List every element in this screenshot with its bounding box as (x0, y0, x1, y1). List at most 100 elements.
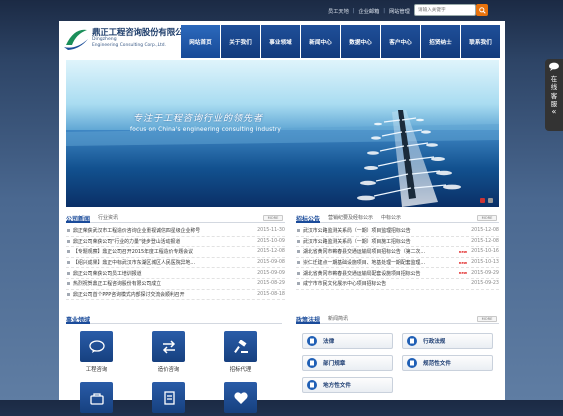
list-item[interactable]: 【专题观察】鼎正公司召开2015年度工程造价专题会议 2015-12-08 (66, 247, 285, 258)
bullet-icon (67, 261, 70, 265)
tender-tab[interactable]: 招标公告 (296, 213, 321, 223)
news-date: 2015-12-08 (257, 249, 285, 255)
list-item[interactable]: 湖北省黄冈市蕲春县交通运输局配套设施项目招标公告 new 2015-09-29 (296, 268, 499, 279)
banner-slogan-en: focus on China's engineering consulting … (130, 127, 282, 133)
document-icon (307, 380, 317, 390)
business-item-6[interactable] (224, 382, 257, 416)
bullet-icon (67, 239, 70, 243)
page-container: 鼎正工程咨询股份有限公司 Dingzheng Engineering Consu… (59, 21, 505, 413)
policy-title[interactable]: 政策法规 (296, 314, 321, 324)
collapse-arrow-icon[interactable]: « (545, 107, 563, 116)
top-links: 员工天地 | 企业邮箱 | 网站管理 (328, 6, 410, 16)
list-item[interactable]: 武汉市公路监测关系局（一期）项目监理招标公告 2015-12-08 (296, 226, 499, 237)
company-name-en-full: Engineering Consulting Corp.,Ltd. (92, 43, 166, 48)
list-item[interactable]: 【绍兴成果】鼎正中标武汉市东湖区城区人民医院异地... 2015-09-08 (66, 258, 285, 269)
company-logo-icon[interactable] (62, 25, 90, 51)
nav-contact[interactable]: 联系我们 (461, 25, 500, 58)
staff-link[interactable]: 员工天地 (328, 8, 349, 15)
nav-home[interactable]: 网站首页 (181, 25, 220, 58)
company-news-tab[interactable]: 公司新闻 (66, 213, 91, 223)
award-notice-tab[interactable]: 中标公示 (381, 214, 401, 221)
bullet-icon (67, 229, 70, 233)
search-button[interactable] (476, 4, 488, 16)
nav-clients[interactable]: 客户中心 (381, 25, 420, 58)
policy-local-docs-button[interactable]: 地方性文件 (302, 377, 393, 393)
nav-data[interactable]: 数据中心 (341, 25, 380, 58)
news-date: 2015-11-30 (257, 228, 285, 234)
news-title[interactable]: 【专题观察】鼎正公司召开2015年度工程造价专题会议 (73, 248, 253, 255)
tender-date: 2015-10-13 (471, 260, 499, 266)
news-title[interactable]: 鼎正公司首个PPP咨询模式内部探讨交流会顺利召开 (73, 291, 253, 298)
list-item[interactable]: 鼎正公司荣获公司"行业的力量"徒步登山活动报道 2015-10-09 (66, 237, 285, 248)
nav-about[interactable]: 关于我们 (221, 25, 260, 58)
list-item[interactable]: 鼎正荣获武汉市工程造价咨询企业重视诚信四星级企业称号 2015-11-30 (66, 226, 285, 237)
business-item-4[interactable] (80, 382, 113, 416)
heart-icon (224, 382, 257, 413)
exchange-arrows-icon (152, 331, 185, 362)
document-icon (152, 382, 185, 413)
tender-title[interactable]: 湖北省黄冈市蕲春县交通运输局项目招标公告（第二次... (303, 248, 458, 255)
tender-title[interactable]: 武汉市公路监测关系局（一期）项目施工招标公告 (303, 238, 467, 245)
business-item-consulting[interactable]: 工程咨询 (80, 331, 113, 373)
online-service-tab[interactable]: 在线客服 « (545, 59, 563, 131)
nav-careers[interactable]: 招贤纳士 (421, 25, 460, 58)
search-input[interactable] (414, 4, 476, 16)
email-link[interactable]: 企业邮箱 (359, 8, 380, 15)
list-item[interactable]: 武汉市公路监测关系局（一期）项目施工招标公告 2015-12-08 (296, 237, 499, 248)
bullet-icon (297, 229, 300, 233)
banner-pager (480, 198, 493, 203)
policy-admin-regulation-button[interactable]: 行政法规 (402, 333, 493, 349)
list-item[interactable]: 热烈祝贺鼎正工程咨询股份有限公司成立 2015-08-29 (66, 279, 285, 290)
policy-label: 规范性文件 (423, 361, 451, 367)
list-item[interactable]: 咸宁市市民文化展示中心项目招标公告 2015-09-23 (296, 279, 499, 290)
news-title[interactable]: 【绍兴成果】鼎正中标武汉市东湖区城区人民医院异地... (73, 259, 253, 266)
nav-business[interactable]: 事业领域 (261, 25, 300, 58)
news-date: 2015-09-09 (257, 270, 285, 276)
business-label: 招标代理 (229, 367, 252, 373)
policy-grid: 法律 行政法规 部门规章 规范性文件 地方性文件 (302, 333, 493, 393)
policy-law-button[interactable]: 法律 (302, 333, 393, 349)
business-item-tender-agent[interactable]: 招标代理 (224, 331, 257, 373)
business-item-5[interactable] (152, 382, 185, 416)
business-label: 造价咨询 (157, 367, 180, 373)
business-title: 事业领域 (66, 314, 91, 324)
chat-icon (549, 62, 559, 71)
list-item[interactable]: 鼎正公司首个PPP咨询模式内部探讨交流会顺利召开 2015-08-18 (66, 290, 285, 301)
tender-title[interactable]: 崇仁迁建点一期基础设施项目、地基处理一期配套监理... (303, 259, 458, 266)
news-title[interactable]: 热烈祝贺鼎正工程咨询股份有限公司成立 (73, 280, 253, 287)
news-title[interactable]: 鼎正公司荣获公司"行业的力量"徒步登山活动报道 (73, 238, 253, 245)
new-badge: new (458, 271, 468, 276)
banner-dot-2[interactable] (488, 198, 493, 203)
banner-dot-1[interactable] (480, 198, 485, 203)
list-item[interactable]: 鼎正公司荣获公司员工培训报道 2015-09-09 (66, 268, 285, 279)
tender-summary-tab[interactable]: 营销纪要及经标公示 (328, 214, 373, 221)
business-item-cost[interactable]: 造价咨询 (152, 331, 185, 373)
tender-title[interactable]: 湖北省黄冈市蕲春县交通运输局配套设施项目招标公告 (303, 270, 458, 277)
nav-news[interactable]: 新闻中心 (301, 25, 340, 58)
more-button[interactable]: MORE (477, 316, 497, 322)
tender-panel: 招标公告 营销纪要及经标公示 中标公示 MORE 武汉市公路监测关系局（一期）项… (296, 213, 499, 301)
industry-news-tab[interactable]: 行业资讯 (98, 214, 118, 221)
tender-title[interactable]: 武汉市公路监测关系局（一期）项目监理招标公告 (303, 227, 467, 234)
more-button[interactable]: MORE (263, 215, 283, 221)
tender-title[interactable]: 咸宁市市民文化展示中心项目招标公告 (303, 280, 467, 287)
panel-header: 事业领域 (66, 314, 282, 324)
tender-date: 2015-12-08 (471, 228, 499, 234)
list-item[interactable]: 崇仁迁建点一期基础设施项目、地基处理一期配套监理... new 2015-10-13 (296, 258, 499, 269)
tender-date: 2015-10-16 (471, 249, 499, 255)
news-title[interactable]: 鼎正公司荣获公司员工培训报道 (73, 270, 253, 277)
news-title[interactable]: 鼎正荣获武汉市工程造价咨询企业重视诚信四星级企业称号 (73, 227, 253, 234)
tender-list: 武汉市公路监测关系局（一期）项目监理招标公告 2015-12-08 武汉市公路监测… (296, 226, 499, 290)
gavel-icon (224, 331, 257, 362)
banner-slogan: 专注于工程咨询行业的领先者 (133, 114, 264, 124)
policy-dept-rules-button[interactable]: 部门规章 (302, 355, 393, 371)
panel-header: 公司新闻 行业资讯 (66, 213, 285, 223)
header: 鼎正工程咨询股份有限公司 Dingzheng Engineering Consu… (59, 21, 505, 61)
admin-link[interactable]: 网站管理 (389, 8, 410, 15)
news-date: 2015-10-09 (257, 238, 285, 244)
policy-normative-docs-button[interactable]: 规范性文件 (402, 355, 493, 371)
policy-label: 部门规章 (323, 361, 346, 367)
list-item[interactable]: 湖北省黄冈市蕲春县交通运输局项目招标公告（第二次... new 2015-10-16 (296, 247, 499, 258)
more-button[interactable]: MORE (477, 215, 497, 221)
briefing-tab[interactable]: 新闻简讯 (328, 315, 348, 322)
